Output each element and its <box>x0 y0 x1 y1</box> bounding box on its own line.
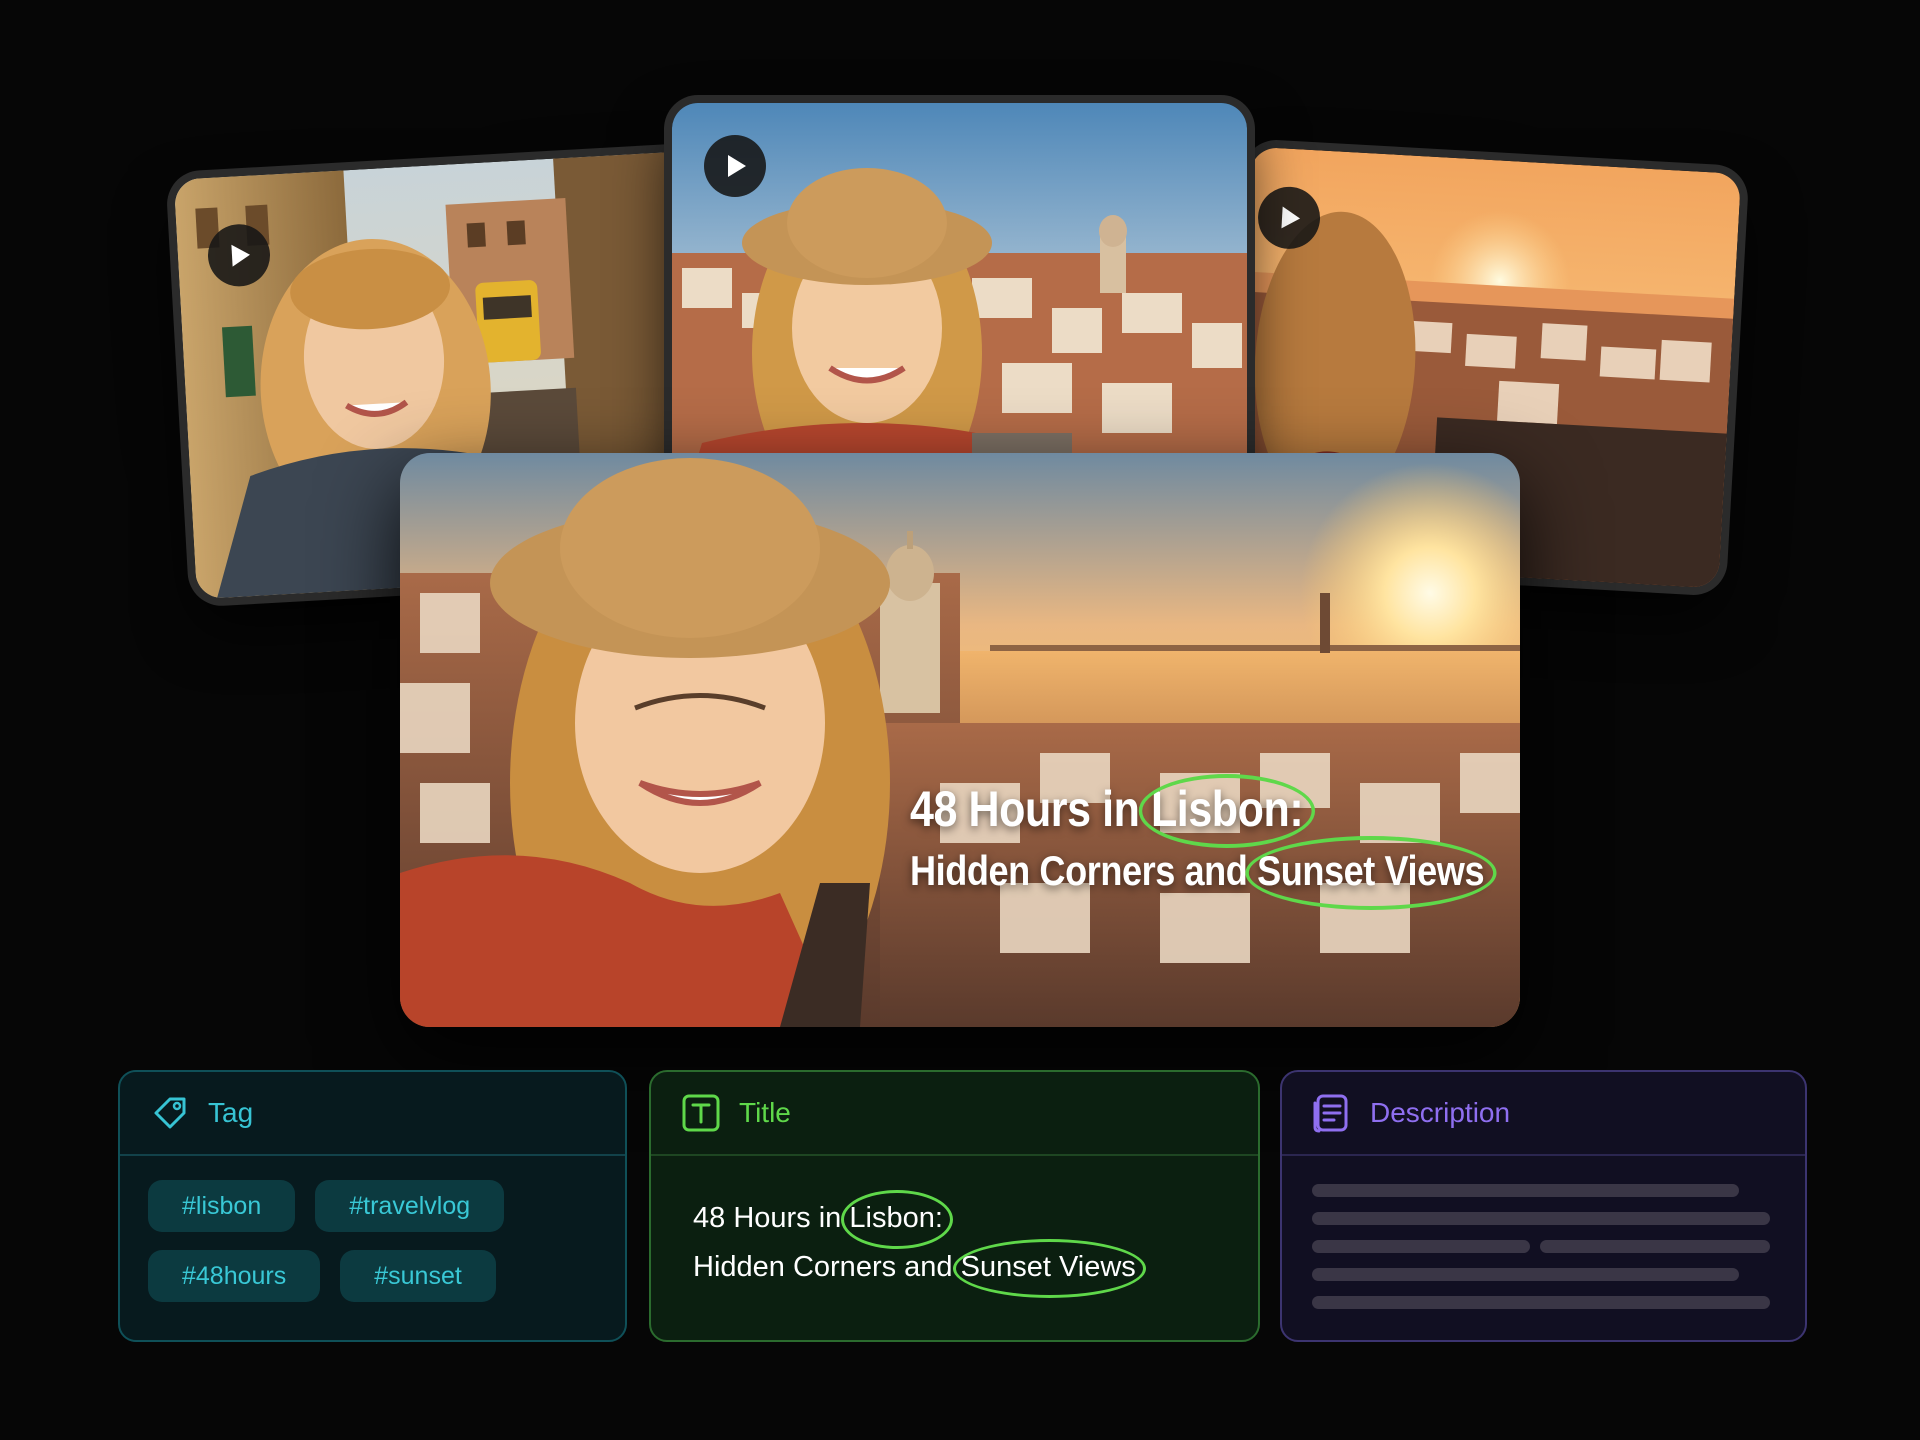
play-icon <box>728 155 746 177</box>
title-line1-prefix: 48 Hours in <box>693 1202 842 1234</box>
overlay-video-title: 48 Hours in Lisbon: Hidden Corners and S… <box>910 774 1520 910</box>
tag-chip-lisbon[interactable]: #lisbon <box>148 1180 296 1232</box>
placeholder-line-row <box>1312 1240 1805 1268</box>
tag-icon <box>148 1091 192 1135</box>
tag-list: #lisbon #travelvlog #48hours #sunset <box>120 1156 568 1302</box>
tag-chip-travelvlog[interactable]: #travelvlog <box>315 1180 505 1232</box>
tag-chip-sunset[interactable]: #sunset <box>340 1250 496 1302</box>
thumbnail-stage: 48 Hours in Lisbon: Hidden Corners and S… <box>0 0 1920 1440</box>
tag-chip-48hours[interactable]: #48hours <box>148 1250 321 1302</box>
placeholder-line <box>1312 1212 1770 1225</box>
title-panel-label: Title <box>739 1097 791 1128</box>
overlay-subtitle-prefix: Hidden Corners and <box>910 847 1248 894</box>
description-panel-label: Description <box>1370 1097 1511 1128</box>
play-button[interactable] <box>704 135 766 197</box>
tag-panel: Tag #lisbon #travelvlog #48hours #sunset <box>118 1070 627 1342</box>
overlay-title-prefix: 48 Hours in <box>910 781 1140 837</box>
play-icon <box>1281 206 1301 229</box>
text-t-icon <box>679 1091 723 1135</box>
title-line2-prefix: Hidden Corners and <box>693 1251 953 1283</box>
tag-panel-header: Tag <box>120 1072 625 1156</box>
title-highlight-sunset: Sunset Views <box>952 1239 1146 1298</box>
placeholder-line <box>1312 1240 1530 1253</box>
title-text[interactable]: 48 Hours in Lisbon: Hidden Corners and S… <box>651 1156 1258 1298</box>
placeholder-line <box>1540 1240 1770 1253</box>
title-panel-header: Title <box>651 1072 1258 1156</box>
title-highlight-lisbon: Lisbon: <box>841 1190 953 1249</box>
tag-panel-label: Tag <box>208 1097 254 1128</box>
document-icon <box>1310 1091 1354 1135</box>
overlay-subtitle-highlight-sunset: Sunset Views <box>1245 836 1497 910</box>
play-icon <box>231 244 250 267</box>
title-panel: Title 48 Hours in Lisbon: Hidden Corners… <box>649 1070 1260 1342</box>
main-video-preview[interactable]: 48 Hours in Lisbon: Hidden Corners and S… <box>400 453 1520 1027</box>
description-placeholder-lines <box>1282 1156 1805 1309</box>
description-panel: Description <box>1280 1070 1807 1342</box>
placeholder-line <box>1312 1184 1739 1197</box>
placeholder-line <box>1312 1296 1770 1309</box>
overlay-title-highlight-lisbon: Lisbon: <box>1138 774 1316 848</box>
placeholder-line <box>1312 1268 1739 1281</box>
description-panel-header: Description <box>1282 1072 1805 1156</box>
